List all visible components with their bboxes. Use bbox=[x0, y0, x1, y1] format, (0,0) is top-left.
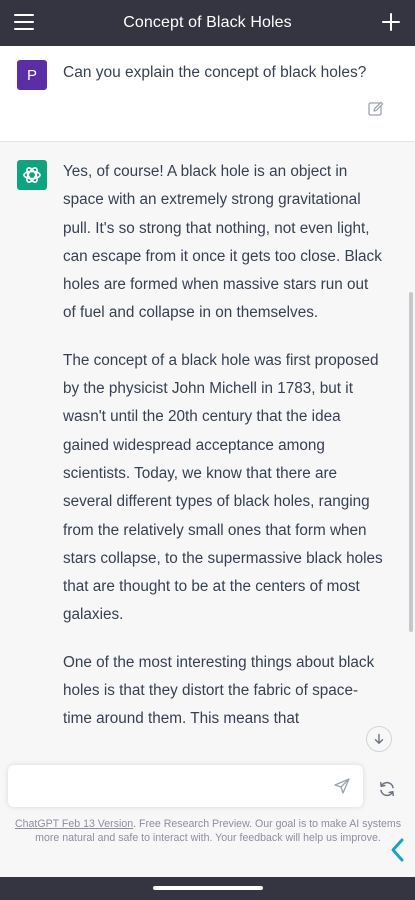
assistant-message: Yes, of course! A black hole is an objec… bbox=[0, 142, 415, 757]
version-link[interactable]: ChatGPT Feb 13 Version bbox=[15, 818, 133, 830]
refresh-icon[interactable] bbox=[377, 779, 397, 799]
answer-paragraph: Yes, of course! A black hole is an objec… bbox=[63, 163, 382, 322]
message-input[interactable] bbox=[18, 776, 322, 798]
answer-paragraph: One of the most interesting things about… bbox=[63, 653, 375, 728]
scrollbar[interactable] bbox=[409, 292, 413, 632]
composer: ChatGPT Feb 13 Version. Free Research Pr… bbox=[0, 757, 415, 877]
conversation-title: Concept of Black Holes bbox=[123, 14, 292, 31]
home-indicator[interactable] bbox=[153, 886, 263, 890]
openai-logo-icon bbox=[17, 160, 47, 190]
user-message-text: Can you explain the concept of black hol… bbox=[63, 64, 367, 81]
arrow-down-icon bbox=[374, 733, 384, 744]
user-message: P Can you explain the concept of black h… bbox=[0, 46, 415, 142]
assistant-message-text: Yes, of course! A black hole is an objec… bbox=[63, 158, 383, 753]
message-input-box[interactable] bbox=[8, 765, 363, 807]
system-navigation-bar bbox=[0, 877, 415, 900]
edit-icon[interactable] bbox=[367, 100, 385, 118]
send-icon[interactable] bbox=[333, 777, 351, 795]
top-bar: Concept of Black Holes bbox=[0, 0, 415, 46]
hamburger-menu-icon[interactable] bbox=[14, 14, 34, 32]
footer-disclaimer: ChatGPT Feb 13 Version. Free Research Pr… bbox=[12, 817, 404, 845]
scroll-to-bottom-button[interactable] bbox=[366, 726, 392, 752]
plus-icon[interactable] bbox=[381, 12, 401, 32]
chevron-left-icon[interactable] bbox=[388, 837, 406, 863]
user-avatar: P bbox=[17, 60, 47, 90]
answer-paragraph: The concept of a black hole was first pr… bbox=[63, 351, 383, 624]
